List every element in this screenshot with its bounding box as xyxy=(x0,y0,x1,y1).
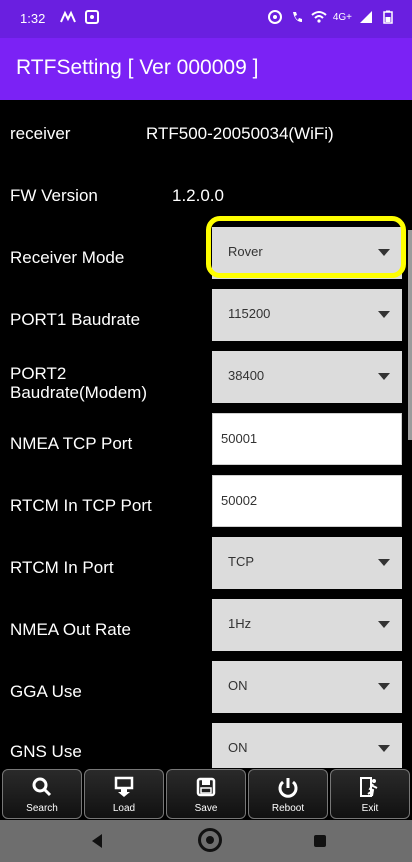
load-button[interactable]: Load xyxy=(84,769,164,819)
back-icon[interactable] xyxy=(92,834,102,848)
cell-signal-icon xyxy=(358,9,374,25)
receiver-label: receiver xyxy=(10,124,71,143)
port2-baudrate-label: PORT2 Baudrate(Modem) xyxy=(10,364,148,402)
nmea-out-rate-select[interactable]: 1Hz xyxy=(212,599,402,651)
gga-use-label: GGA Use xyxy=(10,682,82,701)
chevron-down-icon xyxy=(378,745,390,752)
bottom-toolbar: Search Load Save Reboot Exit xyxy=(0,768,412,820)
gga-use-select[interactable]: ON xyxy=(212,661,402,713)
receiver-mode-label: Receiver Mode xyxy=(10,248,125,267)
load-icon xyxy=(113,776,135,802)
rtcm-in-port-value: TCP xyxy=(228,554,254,569)
status-time: 1:32 xyxy=(20,11,46,26)
receiver-value: RTF500-20050034(WiFi) xyxy=(146,124,334,143)
save-icon xyxy=(195,776,217,802)
chevron-down-icon xyxy=(378,311,390,318)
search-icon xyxy=(31,776,53,802)
search-button[interactable]: Search xyxy=(2,769,82,819)
battery-icon xyxy=(380,9,396,25)
gga-use-value: ON xyxy=(228,678,248,693)
scrollbar[interactable] xyxy=(408,230,412,440)
chevron-down-icon xyxy=(378,559,390,566)
nmea-out-rate-value: 1Hz xyxy=(228,616,252,631)
exit-icon xyxy=(359,776,381,802)
port2-baudrate-select[interactable]: 38400 xyxy=(212,351,402,403)
gns-use-value: ON xyxy=(228,740,248,755)
status-bar: 1:32 4G+ xyxy=(0,0,412,38)
search-button-label: Search xyxy=(26,803,58,814)
home-icon[interactable] xyxy=(198,828,222,852)
system-nav-bar xyxy=(0,820,412,862)
exit-button[interactable]: Exit xyxy=(330,769,410,819)
volte-call-icon xyxy=(289,9,305,25)
save-button-label: Save xyxy=(194,803,218,814)
highlight-box xyxy=(206,216,406,278)
settings-form: receiver RTF500-20050034(WiFi) FW Versio… xyxy=(0,100,412,768)
chevron-down-icon xyxy=(378,373,390,380)
app-bar: RTFSetting [ Ver 000009 ] xyxy=(0,38,412,100)
fw-version-label: FW Version xyxy=(10,186,98,205)
rtcm-tcp-port-label: RTCM In TCP Port xyxy=(10,496,152,515)
nmea-out-rate-label: NMEA Out Rate xyxy=(10,620,131,639)
hotspot-icon xyxy=(267,9,283,25)
rtcm-tcp-port-input[interactable]: 50002 xyxy=(212,475,402,527)
app-title: RTFSetting [ Ver 000009 ] xyxy=(16,56,259,79)
port1-baudrate-value: 115200 xyxy=(228,306,271,321)
gns-use-label: GNS Use xyxy=(10,742,82,761)
reboot-button-label: Reboot xyxy=(271,803,305,814)
port1-baudrate-label: PORT1 Baudrate xyxy=(10,310,141,329)
port2-baudrate-value: 38400 xyxy=(228,368,265,383)
gns-use-select[interactable]: ON xyxy=(212,723,402,768)
load-button-label: Load xyxy=(112,803,136,814)
network-type-label: 4G+ xyxy=(332,11,352,23)
reboot-button[interactable]: Reboot xyxy=(248,769,328,819)
nmea-tcp-port-input[interactable]: 50001 xyxy=(212,413,402,465)
exit-button-label: Exit xyxy=(361,803,379,814)
nmea-tcp-port-label: NMEA TCP Port xyxy=(10,434,133,453)
rtcm-in-port-select[interactable]: TCP xyxy=(212,537,402,589)
rtcm-in-port-label: RTCM In Port xyxy=(10,558,114,577)
power-icon xyxy=(276,776,300,804)
app-notification-icon xyxy=(84,9,100,25)
rtcm-tcp-port-value: 50002 xyxy=(221,493,258,508)
save-button[interactable]: Save xyxy=(166,769,246,819)
wifi-icon xyxy=(311,9,327,25)
fw-version-value: 1.2.0.0 xyxy=(172,186,224,205)
chevron-down-icon xyxy=(378,621,390,628)
recent-apps-icon[interactable] xyxy=(314,835,326,847)
nmea-tcp-port-value: 50001 xyxy=(221,431,258,446)
port1-baudrate-select[interactable]: 115200 xyxy=(212,289,402,341)
signal-wave-icon xyxy=(60,9,76,25)
chevron-down-icon xyxy=(378,683,390,690)
